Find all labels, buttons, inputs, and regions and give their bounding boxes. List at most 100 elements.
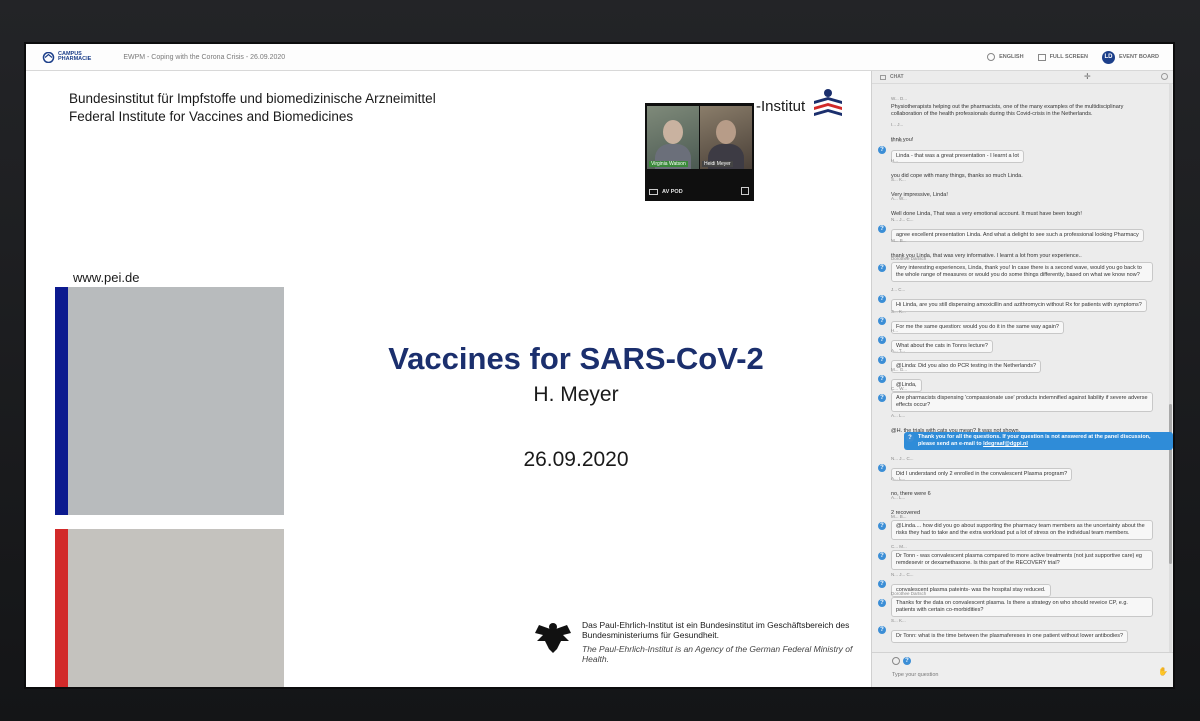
- slide-org-line2: Federal Institute for Vaccines and Biome…: [69, 109, 354, 124]
- event-board-label: EVENT BOARD: [1118, 54, 1159, 60]
- slide-institute-name: -Institut: [756, 98, 806, 115]
- message-sender: S... K...: [891, 309, 906, 314]
- person-head: [663, 120, 683, 144]
- chat-message-list[interactable]: W... D... Physiotherapists helping out th…: [872, 84, 1173, 653]
- globe-icon: [987, 53, 996, 61]
- message-sender: I... J...: [891, 122, 904, 127]
- message-sender: S... K...: [891, 618, 906, 623]
- slide-author: H. Meyer: [533, 383, 619, 406]
- chat-panel: CHAT ✛ W... D... Physiotherapists helping…: [871, 71, 1173, 687]
- message-sender: H...: [891, 158, 899, 163]
- question-badge-icon: ?: [878, 295, 886, 303]
- language-label: ENGLISH: [999, 54, 1024, 60]
- raise-hand-icon[interactable]: ✋: [1158, 668, 1168, 676]
- question-badge-icon: ?: [878, 375, 886, 383]
- camera-icon[interactable]: [649, 189, 658, 195]
- scrollbar-thumb[interactable]: [1169, 404, 1172, 564]
- gray-block-top: [68, 287, 284, 515]
- question-badge-icon: ?: [878, 580, 886, 588]
- question-mode-icon[interactable]: ?: [903, 657, 911, 665]
- message-sender: N... J... C...: [891, 572, 914, 577]
- pei-logo-icon: [810, 86, 846, 127]
- person-head: [716, 120, 736, 144]
- language-button[interactable]: ENGLISH: [987, 53, 1024, 61]
- chat-input[interactable]: [892, 668, 1154, 682]
- fullscreen-label: FULL SCREEN: [1049, 54, 1088, 60]
- participant-name: Virginia Watson: [649, 161, 688, 167]
- message-sender: M... B...: [891, 238, 907, 243]
- slide-title: Vaccines for SARS-CoV-2: [388, 341, 764, 376]
- question-badge-icon: ?: [878, 146, 886, 154]
- blue-stripe: [55, 287, 68, 515]
- event-title: EWPM - Coping with the Corona Crisis - 2…: [123, 53, 286, 61]
- message-sender: N... J... C...: [891, 217, 914, 222]
- message-text: Are pharmacists dispensing 'compassionat…: [891, 392, 1153, 413]
- message-sender: J... C...: [891, 287, 906, 292]
- message-sender: A... L...: [891, 476, 906, 481]
- event-board-button[interactable]: LD EVENT BOARD: [1101, 50, 1159, 64]
- message-sender: S... K...: [891, 177, 906, 182]
- message-sender: A... W...: [891, 196, 907, 201]
- av-pod-label: AV POD: [662, 189, 683, 195]
- message-text: Dr Tonn - was convalescent plasma compar…: [891, 550, 1153, 571]
- chat-scrollbar[interactable]: [1169, 84, 1172, 653]
- top-bar: CAMPUS PHARMACIE EWPM - Coping with the …: [26, 44, 1173, 71]
- question-badge-icon: ?: [906, 434, 914, 442]
- av-pod[interactable]: Virginia Watson Heidi Meyer AV POD: [645, 103, 754, 201]
- fullscreen-button[interactable]: FULL SCREEN: [1037, 53, 1088, 61]
- logo-text-line2: PHARMACIE: [58, 56, 92, 62]
- gray-block-bottom: [68, 529, 284, 687]
- message-sender: A... L...: [891, 413, 906, 418]
- campus-logo[interactable]: CAMPUS PHARMACIE: [42, 51, 92, 63]
- chat-message: ? Dorothee Dartsch Very interesting experi…: [878, 256, 1153, 283]
- av-footer: AV POD: [645, 183, 754, 201]
- question-badge-icon: ?: [878, 317, 886, 325]
- chat-header: CHAT ✛: [872, 71, 1173, 84]
- message-sender: H...: [891, 328, 899, 333]
- footer-english: The Paul-Ehrlich-Institut is an Agency o…: [582, 644, 853, 664]
- chat-message: ? C... W... Are pharmacists dispensing 'co…: [878, 386, 1153, 413]
- question-badge-icon: ?: [878, 225, 886, 233]
- host-message-text: Thank you for all the questions. If your…: [918, 434, 1151, 448]
- gear-icon[interactable]: [1161, 73, 1168, 80]
- question-badge-icon: ?: [878, 394, 886, 402]
- chat-label: CHAT: [890, 74, 904, 80]
- chat-message: ? M... B... @Linda.... how did you go abou…: [878, 514, 1153, 541]
- message-sender: W... D...: [891, 96, 908, 101]
- message-sender: A... T...: [891, 348, 905, 353]
- question-badge-icon: ?: [878, 464, 886, 472]
- chat-message: ? S... K... Dr Tonn: what is the time betw…: [878, 618, 1153, 644]
- participant-name: Heidi Meyer: [702, 161, 733, 167]
- message-text: Physiotherapists helping out the pharmac…: [891, 103, 1124, 117]
- message-sender: N... J... C...: [891, 456, 914, 461]
- emoji-icon[interactable]: [892, 657, 900, 665]
- question-badge-icon: ?: [878, 552, 886, 560]
- message-text: @Linda.... how did you go about supporti…: [891, 520, 1153, 541]
- chat-input-area: ? ✋: [872, 652, 1173, 687]
- question-badge-icon: ?: [878, 356, 886, 364]
- question-badge-icon: ?: [878, 522, 886, 530]
- slide-date: 26.09.2020: [523, 448, 629, 471]
- question-badge-icon: ?: [878, 264, 886, 272]
- user-avatar[interactable]: LD: [1101, 50, 1115, 64]
- question-badge-icon: ?: [878, 336, 886, 344]
- pin-icon[interactable]: ✛: [1084, 73, 1091, 81]
- video-tile: Heidi Meyer: [700, 106, 752, 169]
- message-sender: A... L...: [891, 495, 906, 500]
- fullscreen-icon: [1037, 53, 1046, 61]
- chat-message: W... D... Physiotherapists helping out th…: [891, 96, 1153, 120]
- message-text: Very interesting experiences, Linda, tha…: [891, 262, 1153, 283]
- slide-url: www.pei.de: [73, 270, 140, 285]
- host-message: ? Thank you for all the questions. If you…: [904, 432, 1173, 451]
- message-sender: M... G...: [891, 367, 908, 372]
- question-badge-icon: ?: [878, 599, 886, 607]
- presentation-slide: Bundesinstitut für Impfstoffe und biomed…: [26, 71, 871, 687]
- expand-icon[interactable]: [741, 187, 749, 195]
- german-eagle-icon: [533, 619, 573, 660]
- footer-german: Das Paul-Ehrlich-Institut ist ein Bundes…: [582, 620, 850, 640]
- email-link[interactable]: ldegraaf@dgpi.nl: [983, 441, 1028, 447]
- campus-logo-icon: [42, 51, 55, 63]
- app-window: CAMPUS PHARMACIE EWPM - Coping with the …: [26, 44, 1173, 687]
- message-sender: J... M...: [891, 138, 906, 143]
- slide-org-line1: Bundesinstitut für Impfstoffe und biomed…: [69, 91, 436, 106]
